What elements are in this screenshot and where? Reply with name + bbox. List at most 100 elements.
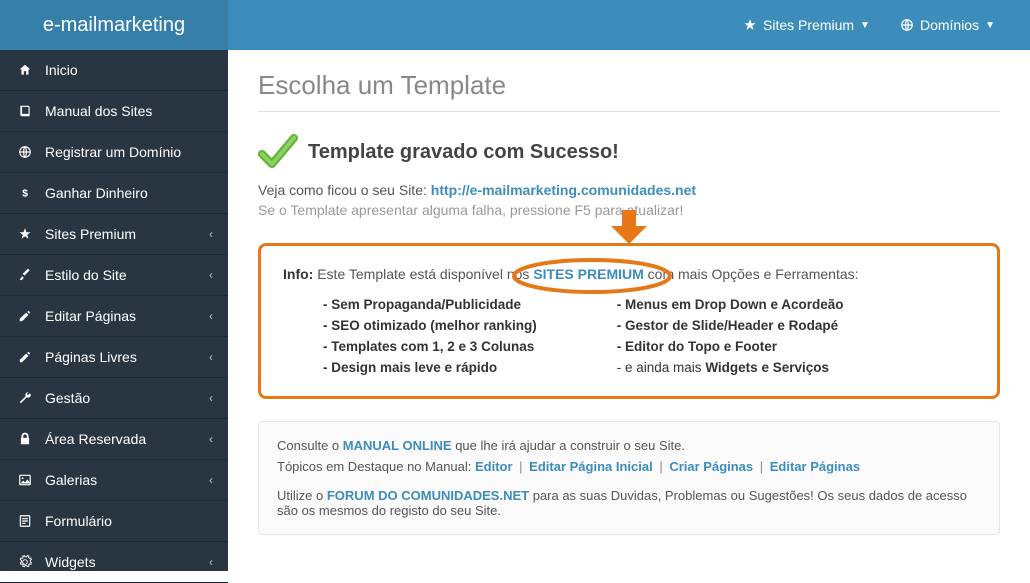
sites-premium-link[interactable]: SITES PREMIUM — [533, 266, 643, 282]
sidebar-item-sites-premium[interactable]: Sites Premium ‹ — [0, 214, 228, 255]
chevron-left-icon: ‹ — [209, 555, 213, 569]
star-icon — [15, 227, 35, 241]
globe-icon — [15, 145, 35, 159]
topbar: Sites Premium ▼ Domínios ▼ — [228, 0, 1030, 50]
chevron-left-icon: ‹ — [209, 268, 213, 282]
help-line-manual: Consulte o MANUAL ONLINE que lhe irá aju… — [277, 438, 981, 453]
brush-icon — [15, 268, 35, 282]
site-link-line: Veja como ficou o seu Site: http://e-mai… — [258, 182, 1000, 198]
topic-link-editar-inicial[interactable]: Editar Página Inicial — [529, 459, 653, 474]
sidebar-item-area-reservada[interactable]: Área Reservada ‹ — [0, 419, 228, 460]
image-icon — [15, 473, 35, 487]
sidebar-item-paginas-livres[interactable]: Páginas Livres ‹ — [0, 337, 228, 378]
sidebar-item-galerias[interactable]: Galerias ‹ — [0, 460, 228, 501]
topic-link-criar-paginas[interactable]: Criar Páginas — [669, 459, 753, 474]
info-after: com mais Opções e Ferramentas: — [644, 266, 859, 282]
star-icon — [743, 18, 757, 32]
chevron-left-icon: ‹ — [209, 227, 213, 241]
sidebar-item-label: Páginas Livres — [45, 349, 209, 365]
sidebar-item-formulario[interactable]: Formulário — [0, 501, 228, 542]
sidebar-item-manual[interactable]: Manual dos Sites — [0, 91, 228, 132]
feature-item: - Gestor de Slide/Header e Rodapé — [617, 315, 844, 336]
manual-online-link[interactable]: MANUAL ONLINE — [343, 438, 452, 453]
topic-link-editar-paginas[interactable]: Editar Páginas — [770, 459, 860, 474]
app-root: e-mailmarketing Inicio Manual dos Sites … — [0, 0, 1030, 571]
sidebar-item-gestao[interactable]: Gestão ‹ — [0, 378, 228, 419]
sidebar-item-label: Gestão — [45, 390, 209, 406]
gear-icon — [15, 555, 35, 569]
wrench-icon — [15, 391, 35, 405]
feature-item: - Menus em Drop Down e Acordeão — [617, 294, 844, 315]
home-icon — [15, 63, 35, 77]
topics-prefix: Tópicos em Destaque no Manual: — [277, 459, 475, 474]
sidebar-item-label: Inicio — [45, 62, 213, 78]
sidebar-item-inicio[interactable]: Inicio — [0, 50, 228, 91]
success-title: Template gravado com Sucesso! — [308, 141, 619, 164]
site-link-prefix: Veja como ficou o seu Site: — [258, 182, 431, 198]
sidebar-item-ganhar-dinheiro[interactable]: $ Ganhar Dinheiro — [0, 173, 228, 214]
form-icon — [15, 514, 35, 528]
success-banner: Template gravado com Sucesso! — [258, 132, 1000, 172]
sidebar-item-registrar-dominio[interactable]: Registrar um Domínio — [0, 132, 228, 173]
caret-down-icon: ▼ — [860, 20, 870, 31]
sidebar-item-label: Manual dos Sites — [45, 103, 213, 119]
sidebar-item-editar-paginas[interactable]: Editar Páginas ‹ — [0, 296, 228, 337]
info-label: Info: — [283, 266, 313, 282]
features-left: - Sem Propaganda/Publicidade - SEO otimi… — [283, 294, 537, 378]
arrow-down-icon — [605, 210, 653, 246]
feature-item: - Sem Propaganda/Publicidade — [323, 294, 537, 315]
chevron-left-icon: ‹ — [209, 350, 213, 364]
feature-item: - Editor do Topo e Footer — [617, 336, 844, 357]
site-url-link[interactable]: http://e-mailmarketing.comunidades.net — [431, 182, 696, 198]
sidebar-item-estilo-site[interactable]: Estilo do Site ‹ — [0, 255, 228, 296]
sidebar-item-label: Editar Páginas — [45, 308, 209, 324]
feature-item: - Design mais leve e rápido — [323, 357, 537, 378]
dollar-icon: $ — [15, 186, 35, 200]
sidebar-item-label: Ganhar Dinheiro — [45, 185, 213, 201]
help-line-forum: Utilize o FORUM DO COMUNIDADES.NET para … — [277, 488, 981, 518]
book-icon — [15, 104, 35, 118]
main: Sites Premium ▼ Domínios ▼ Escolha um Te… — [228, 0, 1030, 571]
caret-down-icon: ▼ — [985, 20, 995, 31]
sidebar-item-label: Widgets — [45, 554, 209, 570]
feature-item: - Templates com 1, 2 e 3 Colunas — [323, 336, 537, 357]
topbar-label: Domínios — [920, 17, 979, 33]
sidebar-item-label: Galerias — [45, 472, 209, 488]
edit-icon — [15, 350, 35, 364]
globe-icon — [900, 18, 914, 32]
info-before: Este Template está disponível nos — [313, 266, 533, 282]
sidebar-item-label: Sites Premium — [45, 226, 209, 242]
brand[interactable]: e-mailmarketing — [0, 0, 228, 50]
topbar-sites-premium[interactable]: Sites Premium ▼ — [728, 0, 885, 50]
feature-item: - e ainda mais Widgets e Serviços — [617, 357, 844, 378]
info-box: Info: Este Template está disponível nos … — [258, 243, 1000, 399]
chevron-left-icon: ‹ — [209, 391, 213, 405]
page-title: Escolha um Template — [258, 70, 1000, 101]
chevron-left-icon: ‹ — [209, 309, 213, 323]
chevron-left-icon: ‹ — [209, 473, 213, 487]
check-icon — [258, 132, 298, 172]
help-box: Consulte o MANUAL ONLINE que lhe irá aju… — [258, 421, 1000, 535]
chevron-left-icon: ‹ — [209, 432, 213, 446]
divider — [258, 111, 1000, 112]
sidebar: e-mailmarketing Inicio Manual dos Sites … — [0, 0, 228, 571]
lock-icon — [15, 432, 35, 446]
features-right: - Menus em Drop Down e Acordeão - Gestor… — [577, 294, 844, 378]
sidebar-item-label: Registrar um Domínio — [45, 144, 213, 160]
topbar-label: Sites Premium — [763, 17, 854, 33]
sidebar-item-label: Formulário — [45, 513, 213, 529]
forum-link[interactable]: FORUM DO COMUNIDADES.NET — [327, 488, 529, 503]
topbar-dominios[interactable]: Domínios ▼ — [885, 0, 1010, 50]
feature-bold: Widgets e Serviços — [705, 360, 829, 375]
edit-icon — [15, 309, 35, 323]
feature-prefix: - e ainda mais — [617, 360, 706, 375]
topic-link-editor[interactable]: Editor — [475, 459, 513, 474]
help-line-topics: Tópicos em Destaque no Manual: Editor | … — [277, 459, 981, 474]
info-text: Info: Este Template está disponível nos … — [283, 266, 975, 282]
svg-text:$: $ — [22, 188, 28, 200]
sidebar-item-label: Área Reservada — [45, 431, 209, 447]
sidebar-item-widgets[interactable]: Widgets ‹ — [0, 542, 228, 583]
content: Escolha um Template Template gravado com… — [228, 50, 1030, 571]
features-columns: - Sem Propaganda/Publicidade - SEO otimi… — [283, 294, 975, 378]
sidebar-item-label: Estilo do Site — [45, 267, 209, 283]
